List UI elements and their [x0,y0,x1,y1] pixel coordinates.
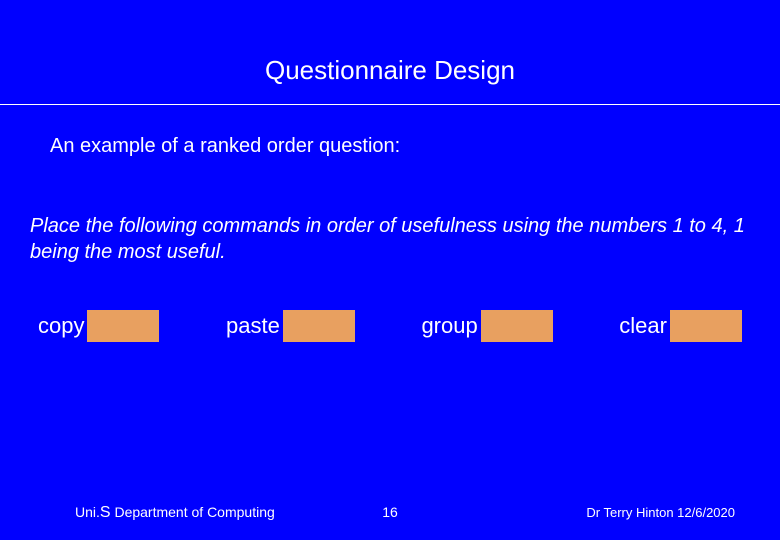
footer-author-date: Dr Terry Hinton 12/6/2020 [586,505,735,520]
option-label: paste [226,313,280,339]
options-row: copy paste group clear [30,310,750,342]
rank-input-clear[interactable] [670,310,742,342]
footer-department: Uni.S Department of Computing [75,504,275,522]
option-copy: copy [38,310,159,342]
option-paste: paste [226,310,355,342]
option-label: clear [619,313,667,339]
rank-input-paste[interactable] [283,310,355,342]
intro-text: An example of a ranked order question: [50,135,750,158]
rank-input-group[interactable] [481,310,553,342]
option-clear: clear [619,310,742,342]
footer-page-number: 16 [382,504,398,520]
rank-input-copy[interactable] [87,310,159,342]
option-group: group [421,310,552,342]
footer: Uni.S Department of Computing 16 Dr Terr… [0,504,780,522]
option-label: copy [38,313,84,339]
option-label: group [421,313,477,339]
slide-title: Questionnaire Design [0,55,780,86]
instruction-text: Place the following commands in order of… [30,213,750,265]
